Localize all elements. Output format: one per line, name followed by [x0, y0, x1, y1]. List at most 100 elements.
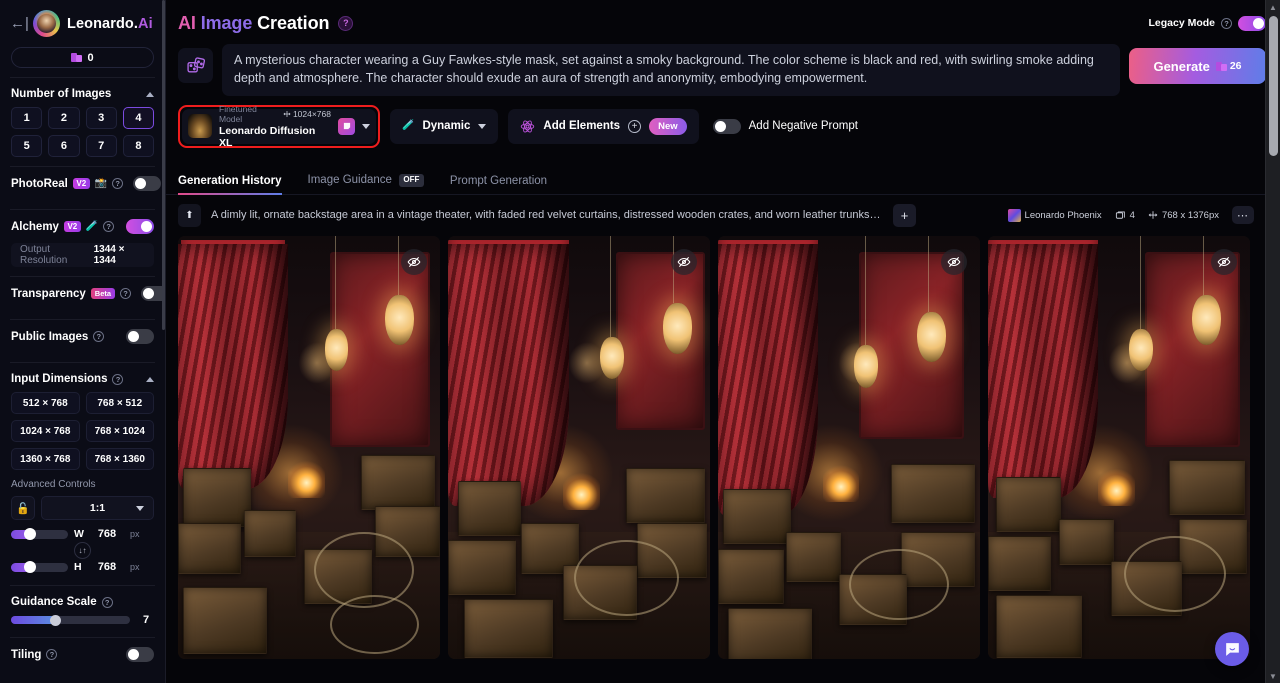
tab-prompt-generation[interactable]: Prompt Generation [450, 175, 547, 194]
question-icon[interactable]: ? [338, 15, 354, 31]
credits-pill[interactable]: 0 [11, 47, 154, 68]
generate-cost: 26 [1215, 60, 1242, 72]
preset-selector[interactable]: 🧪 Dynamic [390, 108, 499, 144]
dim-768x1360[interactable]: 768 × 1360 [85, 448, 154, 470]
public-images-toggle[interactable] [126, 329, 154, 344]
dim-1360x768[interactable]: 1360 × 768 [11, 448, 80, 470]
negative-prompt-toggle[interactable] [712, 118, 741, 134]
num-images-6[interactable]: 6 [48, 135, 80, 157]
num-images-4[interactable]: 4 [122, 107, 154, 129]
back-arrow-icon[interactable]: ←| [10, 16, 29, 31]
num-images-5[interactable]: 5 [11, 135, 43, 157]
token-icon [71, 52, 83, 63]
tabs-row: Generation History Image Guidance OFF Pr… [166, 148, 1280, 195]
scrollbar-thumb[interactable] [1269, 16, 1278, 156]
height-axis-label: H [74, 561, 82, 573]
generate-button[interactable]: Generate 26 [1129, 48, 1266, 84]
model-selector-highlight: Finetuned Model 1024×768 Leonardo Diffus… [178, 104, 380, 149]
width-slider[interactable] [11, 528, 68, 540]
tiling-help-icon[interactable]: ? [46, 649, 58, 660]
flask-icon: 🧪 [85, 220, 99, 232]
tiling-toggle[interactable] [126, 647, 154, 662]
tab-generation-history[interactable]: Generation History [178, 175, 282, 195]
chevron-up-icon [146, 91, 154, 97]
plus-icon[interactable]: + [893, 203, 916, 227]
eye-off-icon[interactable] [1211, 248, 1237, 275]
tiling-row: Tiling ? [0, 638, 165, 671]
unlock-icon[interactable]: 🔓 [11, 496, 35, 520]
guidance-scale-help-icon[interactable]: ? [101, 596, 113, 608]
legacy-mode-label: Legacy Mode [1148, 17, 1215, 29]
chat-bubble-icon[interactable] [1215, 632, 1249, 666]
height-slider[interactable] [11, 561, 68, 573]
history-header-row: ⬆ A dimly lit, ornate backstage area in … [166, 195, 1280, 236]
num-images-3[interactable]: 3 [85, 107, 117, 129]
width-value[interactable]: 768 [90, 528, 124, 540]
height-value[interactable]: 768 [90, 561, 124, 573]
avatar[interactable] [33, 10, 60, 37]
note-icon[interactable] [338, 117, 355, 135]
alchemy-toggle[interactable] [126, 219, 154, 234]
scroll-down-arrow-icon[interactable]: ▼ [1266, 669, 1280, 683]
history-dimensions-value: 768 x 1376px [1161, 209, 1219, 221]
aspect-ratio-select[interactable]: 1:1 [41, 496, 154, 520]
page-title-part3: Creation [257, 12, 330, 33]
result-image-1[interactable] [178, 235, 440, 659]
result-image-2[interactable] [448, 235, 710, 659]
upload-icon[interactable]: ⬆ [178, 203, 201, 227]
result-image-4[interactable] [988, 235, 1250, 659]
num-images-7[interactable]: 7 [85, 135, 117, 157]
sidebar-scrollbar[interactable] [161, 0, 165, 683]
dim-1024x768[interactable]: 1024 × 768 [11, 420, 80, 442]
add-elements-button[interactable]: Add Elements + New [508, 108, 699, 144]
model-selector[interactable]: Finetuned Model 1024×768 Leonardo Diffus… [182, 104, 376, 149]
ellipsis-icon[interactable]: ⋯ [1232, 206, 1254, 224]
history-image-count: 4 [1115, 210, 1135, 221]
history-model: Leonardo Phoenix [1007, 208, 1102, 222]
legacy-mode-control: Legacy Mode ? [1148, 15, 1266, 31]
dice-icon[interactable] [178, 48, 213, 83]
page-scrollbar[interactable]: ▲ ▼ [1265, 0, 1280, 683]
history-model-name: Leonardo Phoenix [1024, 209, 1102, 221]
dim-512x768[interactable]: 512 × 768 [11, 392, 80, 414]
eye-off-icon[interactable] [671, 248, 697, 275]
dim-768x512[interactable]: 768 × 512 [85, 392, 154, 414]
result-image-3[interactable] [718, 235, 980, 659]
num-images-1[interactable]: 1 [11, 107, 43, 129]
guidance-scale-slider[interactable] [11, 614, 130, 626]
photoreal-toggle[interactable] [133, 176, 162, 191]
alchemy-version-badge: V2 [63, 221, 81, 232]
num-images-2[interactable]: 2 [48, 107, 80, 129]
num-images-8[interactable]: 8 [122, 135, 154, 157]
output-resolution-value: 1344 × 1344 [93, 244, 125, 266]
transparency-label: Transparency [11, 287, 86, 300]
output-resolution-label: Output Resolution [20, 244, 68, 266]
eye-off-icon[interactable] [941, 248, 967, 275]
history-prompt[interactable]: A dimly lit, ornate backstage area in a … [211, 209, 883, 221]
transparency-help-icon[interactable]: ? [120, 288, 132, 299]
dim-768x1024[interactable]: 768 × 1024 [85, 420, 154, 442]
swap-vertical-icon[interactable]: ↓↑ [74, 542, 91, 559]
input-dimensions-help-icon[interactable]: ? [112, 373, 124, 385]
legacy-mode-help-icon[interactable]: ? [1221, 17, 1232, 29]
left-sidebar: ←| Leonardo.Ai 0 Number of Images 1 2 3 … [0, 0, 166, 683]
number-of-images-header[interactable]: Number of Images [0, 78, 165, 107]
input-dimensions-header[interactable]: Input Dimensions ? [0, 363, 165, 392]
eye-off-icon[interactable] [401, 248, 427, 275]
tab-prompt-generation-label: Prompt Generation [449, 174, 548, 187]
photoreal-row: PhotoReal V2 📸 ? [0, 167, 165, 200]
tab-image-guidance-label: Image Guidance [307, 174, 392, 186]
generate-label: Generate [1153, 58, 1210, 74]
show-advanced-settings-button[interactable]: Show Advanced Settings [0, 671, 165, 683]
prompt-input[interactable]: A mysterious character wearing a Guy Faw… [222, 44, 1120, 96]
model-thumbnail [188, 114, 212, 138]
tab-image-guidance[interactable]: Image Guidance OFF [307, 173, 424, 194]
alchemy-help-icon[interactable]: ? [103, 221, 115, 232]
scroll-up-arrow-icon[interactable]: ▲ [1266, 0, 1280, 14]
photoreal-help-icon[interactable]: ? [112, 178, 124, 189]
negative-prompt-label: Add Negative Prompt [748, 120, 858, 132]
chevron-down-icon[interactable] [362, 123, 370, 129]
guidance-scale-value: 7 [142, 614, 150, 626]
public-images-help-icon[interactable]: ? [93, 331, 105, 342]
legacy-mode-toggle[interactable] [1238, 15, 1266, 31]
